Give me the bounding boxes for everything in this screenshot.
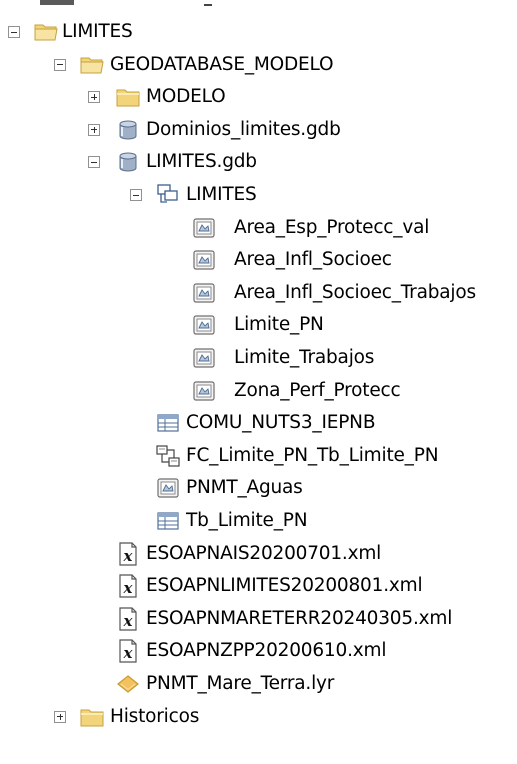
tree-item-label: Area_Infl_Socioec_Trabajos: [234, 281, 476, 303]
expand-icon[interactable]: [54, 710, 66, 723]
tree-item-label: PNMT_Mare_Terra.lyr: [146, 673, 335, 694]
catalog-tree: LIMITES GEODATABASE_MODELO MODELO Dominios_…: [0, 0, 517, 764]
folder-open-icon: [34, 20, 58, 44]
collapse-icon[interactable]: [130, 189, 142, 201]
tree-item-label: GEODATABASE_MODELO: [110, 53, 334, 75]
tree-item[interactable]: Limite_PN: [0, 307, 517, 343]
tree-item-label: ESOAPNAIS20200701.xml: [146, 542, 382, 564]
relationship-class-icon: [156, 444, 180, 468]
polygon-feature-class-icon: [192, 379, 216, 403]
tree-item-label: LIMITES: [62, 21, 133, 42]
svg-text:x: x: [123, 547, 134, 565]
polygon-feature-class-icon: [192, 216, 216, 240]
folder-icon: [116, 85, 140, 109]
collapse-icon[interactable]: [8, 26, 20, 38]
polygon-feature-class-icon: [192, 281, 216, 305]
table-icon: [156, 411, 180, 435]
tree-item-label: Dominios_limites.gdb: [146, 118, 341, 140]
svg-text:x: x: [123, 644, 134, 662]
folder-open-icon: [80, 53, 104, 77]
tree-item-label: Historicos: [110, 705, 200, 727]
tree-item[interactable]: x ESOAPNLIMITES20200801.xml: [0, 568, 517, 604]
xml-file-icon: x: [116, 574, 140, 598]
tree-item[interactable]: PNMT_Aguas: [0, 470, 517, 506]
tree-item[interactable]: Historicos: [0, 699, 517, 735]
tree-item[interactable]: x ESOAPNMARETERR20240305.xml: [0, 601, 517, 637]
svg-text:x: x: [123, 579, 134, 597]
tree-item-label: MODELO: [146, 86, 226, 108]
polygon-feature-class-icon: [156, 476, 180, 500]
table-icon: [156, 509, 180, 533]
polygon-feature-class-icon: [192, 313, 216, 337]
tree-item-label: Limite_PN: [234, 314, 324, 336]
tree-item-label: ESOAPNMARETERR20240305.xml: [146, 607, 453, 629]
tree-item[interactable]: LIMITES: [0, 177, 517, 213]
tree-item-label: ESOAPNLIMITES20200801.xml: [146, 575, 423, 597]
tree-item[interactable]: x ESOAPNAIS20200701.xml: [0, 536, 517, 572]
tree-item[interactable]: Tb_Limite_PN: [0, 503, 517, 539]
polygon-feature-class-icon: [192, 248, 216, 272]
tree-item[interactable]: LIMITES.gdb: [0, 144, 517, 180]
tree-item[interactable]: COMU_NUTS3_IEPNB: [0, 405, 517, 441]
tree-item-label: Tb_Limite_PN: [186, 510, 308, 531]
expand-icon[interactable]: [88, 91, 100, 104]
folder-icon: [80, 705, 104, 729]
tree-item-label: Limite_Trabajos: [234, 347, 375, 368]
tree-item-label: Zona_Perf_Protecc: [234, 379, 401, 401]
feature-dataset-icon: [156, 183, 180, 207]
collapse-icon[interactable]: [88, 156, 100, 169]
geodatabase-icon: [116, 150, 140, 174]
svg-text:x: x: [123, 612, 134, 630]
clipped-item-above: [40, 0, 74, 5]
tree-item-label: Area_Esp_Protecc_val: [234, 216, 430, 238]
expand-icon[interactable]: [88, 123, 100, 136]
tree-item-label: FC_Limite_PN_Tb_Limite_PN: [186, 444, 439, 466]
tree-item[interactable]: Zona_Perf_Protecc: [0, 373, 517, 409]
tree-item[interactable]: LIMITES: [0, 14, 517, 50]
tree-item[interactable]: Area_Infl_Socioec_Trabajos: [0, 275, 517, 311]
clipped-item-above-mark: [204, 4, 212, 6]
tree-item-label: LIMITES.gdb: [146, 151, 257, 173]
tree-item-label: COMU_NUTS3_IEPNB: [186, 412, 376, 434]
xml-file-icon: x: [116, 541, 140, 566]
geodatabase-icon: [116, 118, 140, 142]
xml-file-icon: x: [116, 607, 140, 631]
tree-item[interactable]: FC_Limite_PN_Tb_Limite_PN: [0, 438, 517, 474]
tree-item[interactable]: PNMT_Mare_Terra.lyr: [0, 666, 517, 702]
tree-item-label: ESOAPNZPP20200610.xml: [146, 640, 387, 662]
tree-item-label: Area_Infl_Socioec: [234, 249, 392, 271]
tree-item[interactable]: Area_Infl_Socioec: [0, 242, 517, 278]
tree-item-label: LIMITES: [186, 184, 257, 205]
polygon-feature-class-icon: [192, 346, 216, 370]
tree-item[interactable]: GEODATABASE_MODELO: [0, 47, 517, 83]
tree-item-label: PNMT_Aguas: [186, 477, 303, 499]
tree-item[interactable]: x ESOAPNZPP20200610.xml: [0, 633, 517, 669]
tree-item[interactable]: MODELO: [0, 79, 517, 115]
tree-item[interactable]: Limite_Trabajos: [0, 340, 517, 376]
collapse-icon[interactable]: [54, 58, 66, 71]
layer-file-icon: [116, 672, 140, 696]
tree-item[interactable]: Area_Esp_Protecc_val: [0, 210, 517, 246]
xml-file-icon: x: [116, 639, 140, 663]
tree-item[interactable]: Dominios_limites.gdb: [0, 112, 517, 148]
